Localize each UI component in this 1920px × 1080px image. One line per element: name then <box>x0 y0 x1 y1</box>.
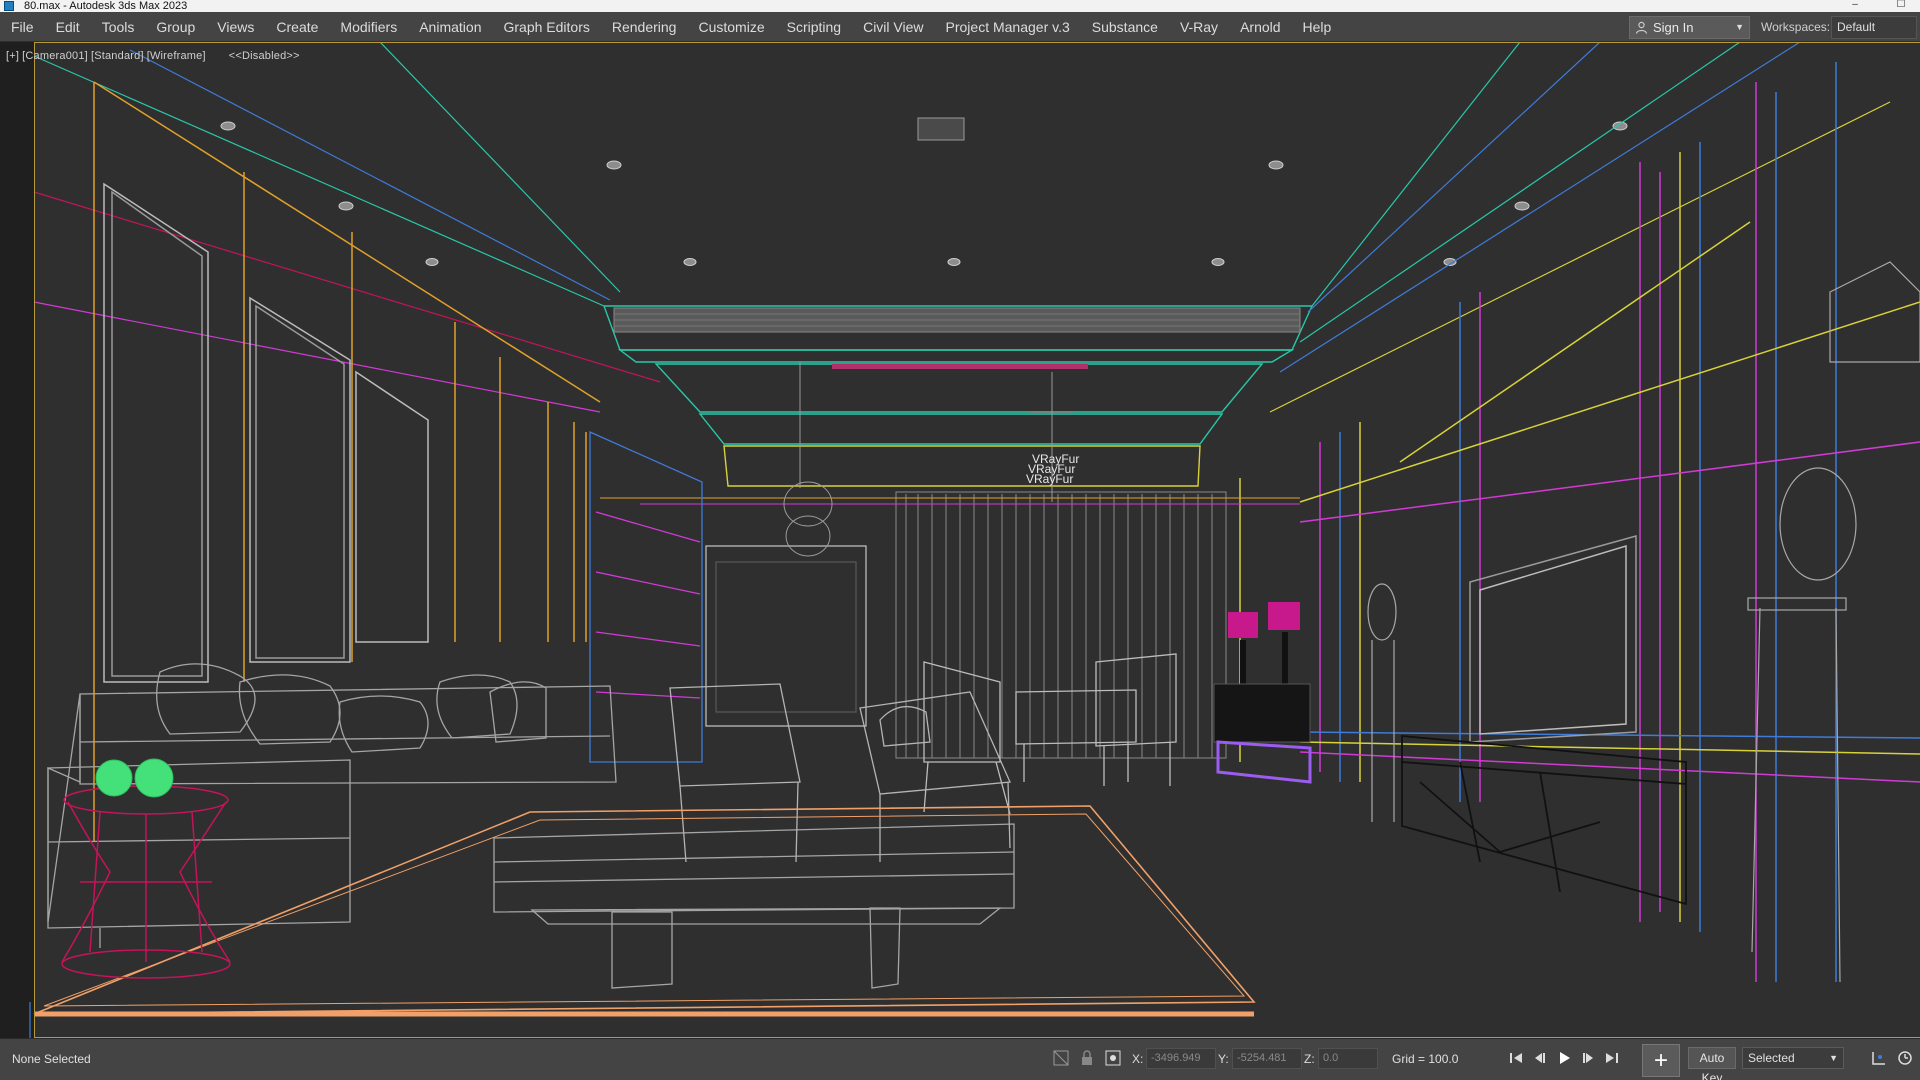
menu-item-modifiers[interactable]: Modifiers <box>329 12 408 42</box>
viewport-disabled-label[interactable]: <<Disabled>> <box>229 50 300 62</box>
grid-size: Grid = 100.0 <box>1392 1052 1459 1066</box>
app-icon <box>4 1 14 11</box>
status-bar: None Selected X: -3496.949 Y: -5254.481 … <box>0 1038 1920 1080</box>
menu-item-views[interactable]: Views <box>206 12 265 42</box>
menu-item-group[interactable]: Group <box>145 12 206 42</box>
workspaces-dropdown[interactable]: Default <box>1831 16 1917 39</box>
z-coord-field[interactable]: 0.0 <box>1318 1048 1378 1069</box>
menu-item-graph-editors[interactable]: Graph Editors <box>492 12 600 42</box>
y-coord-field[interactable]: -5254.481 <box>1232 1048 1302 1069</box>
menu-item-customize[interactable]: Customize <box>687 12 775 42</box>
time-config-icon[interactable] <box>1896 1049 1914 1067</box>
title-bar: 80.max - Autodesk 3ds Max 2023 – ☐ <box>0 0 1920 12</box>
workspaces-label: Workspaces: <box>1761 20 1831 34</box>
menu-item-rendering[interactable]: Rendering <box>601 12 688 42</box>
menu-item-v-ray[interactable]: V-Ray <box>1169 12 1229 42</box>
x-coord-label: X: <box>1132 1052 1144 1066</box>
z-coord-label: Z: <box>1304 1052 1315 1066</box>
key-filter-dropdown[interactable]: Selected ▼ <box>1742 1047 1844 1069</box>
viewport-shading-wireframe[interactable]: [Wireframe] <box>147 50 206 62</box>
selection-status: None Selected <box>12 1052 91 1066</box>
camera-viewport[interactable]: [+] [Camera001] [Standard] [Wireframe] <<Dis… <box>0 42 1920 1038</box>
menu-item-animation[interactable]: Animation <box>408 12 492 42</box>
user-icon <box>1635 21 1648 34</box>
menu-bar: File Edit Tools Group Views Create Modifiers An… <box>0 12 1920 42</box>
chevron-down-icon: ▼ <box>1735 22 1744 32</box>
menu-list: File Edit Tools Group Views Create Modifiers An… <box>0 12 1342 42</box>
menu-item-project-manager-v-3[interactable]: Project Manager v.3 <box>935 12 1081 42</box>
menu-item-civil-view[interactable]: Civil View <box>852 12 934 42</box>
auto-key-button[interactable]: Auto Key <box>1688 1047 1736 1080</box>
viewport-menu[interactable]: [+] <box>6 50 19 62</box>
next-frame-icon[interactable] <box>1578 1048 1598 1068</box>
menu-item-file[interactable]: File <box>0 12 45 42</box>
sign-in-button[interactable]: Sign In ▼ <box>1629 16 1750 39</box>
snap-icon[interactable] <box>1104 1049 1122 1067</box>
key-mode-icon[interactable] <box>1870 1049 1888 1067</box>
key-filter-value: Selected <box>1748 1051 1795 1065</box>
maximize-icon[interactable]: ☐ <box>1894 0 1908 12</box>
goto-start-icon[interactable] <box>1506 1048 1526 1068</box>
menu-item-arnold[interactable]: Arnold <box>1229 12 1291 42</box>
viewport-border <box>34 42 1920 1038</box>
menu-item-scripting[interactable]: Scripting <box>776 12 852 42</box>
goto-end-icon[interactable] <box>1602 1048 1622 1068</box>
menu-item-edit[interactable]: Edit <box>45 12 91 42</box>
viewport-label[interactable]: [+] [Camera001] [Standard] [Wireframe] <<Dis… <box>6 50 303 62</box>
menu-item-create[interactable]: Create <box>265 12 329 42</box>
menu-item-help[interactable]: Help <box>1292 12 1343 42</box>
viewport-camera-label[interactable]: [Camera001] <box>22 50 88 62</box>
chevron-down-icon: ▼ <box>1829 1053 1838 1063</box>
isolate-icon[interactable] <box>1052 1049 1070 1067</box>
viewport-shading-standard[interactable]: [Standard] <box>91 50 144 62</box>
lock-icon[interactable] <box>1078 1049 1096 1067</box>
add-key-button[interactable]: + <box>1642 1044 1680 1077</box>
vrayfur-label: VRayFur <box>1026 472 1074 486</box>
minimize-icon[interactable]: – <box>1848 0 1862 12</box>
y-coord-label: Y: <box>1218 1052 1229 1066</box>
menu-item-substance[interactable]: Substance <box>1081 12 1169 42</box>
sign-in-label: Sign In <box>1653 20 1694 35</box>
play-icon[interactable] <box>1554 1048 1574 1068</box>
window-title: 80.max - Autodesk 3ds Max 2023 <box>24 0 188 12</box>
menu-item-tools[interactable]: Tools <box>91 12 146 42</box>
prev-frame-icon[interactable] <box>1530 1048 1550 1068</box>
x-coord-field[interactable]: -3496.949 <box>1146 1048 1216 1069</box>
